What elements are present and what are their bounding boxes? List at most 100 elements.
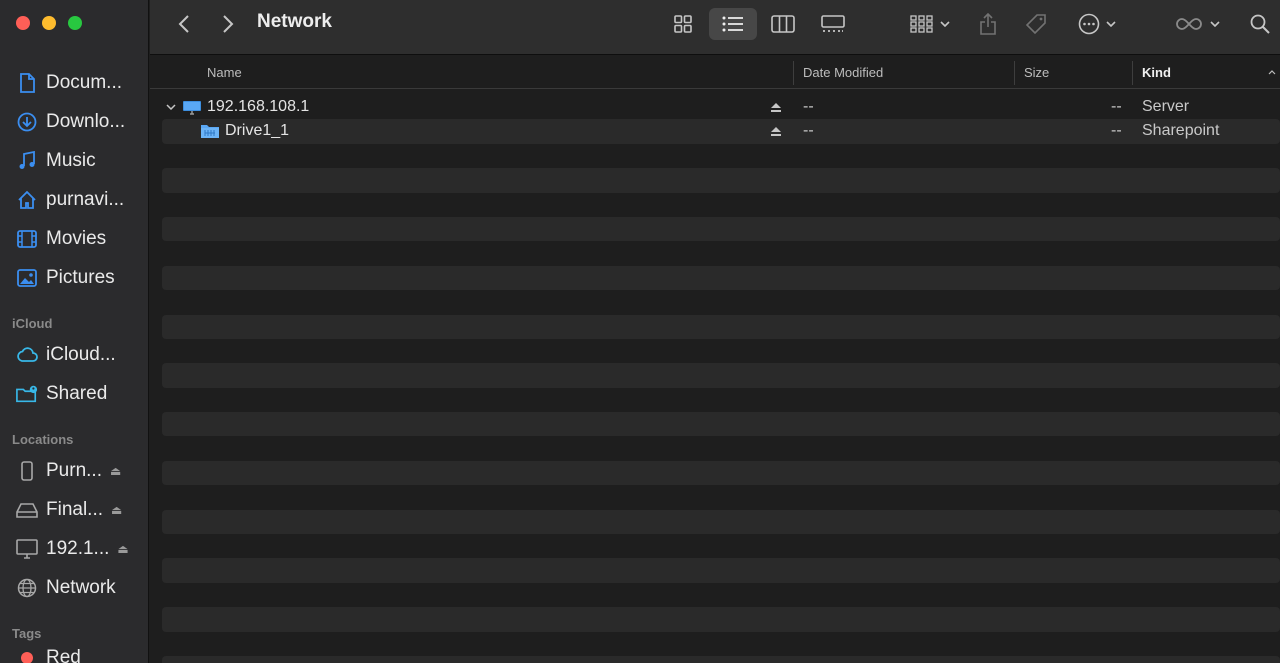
chevron-left-icon bbox=[178, 15, 189, 33]
close-window-button[interactable] bbox=[16, 16, 30, 30]
eject-icon[interactable] bbox=[770, 95, 782, 119]
tag-dot-icon bbox=[16, 647, 38, 663]
sidebar-item-tag-red[interactable]: Red bbox=[0, 645, 149, 663]
empty-row bbox=[162, 632, 1280, 656]
empty-row bbox=[162, 193, 1280, 217]
sidebar-item-label: 192.1... bbox=[46, 537, 110, 559]
zoom-window-button[interactable] bbox=[68, 16, 82, 30]
eject-icon[interactable]: ⏏ bbox=[117, 542, 128, 556]
sidebar-item-label: Pictures bbox=[46, 266, 115, 288]
window-title: Network bbox=[257, 11, 332, 32]
file-size: -- bbox=[1111, 122, 1122, 140]
chevron-down-icon bbox=[940, 21, 950, 27]
globe-icon bbox=[16, 577, 38, 599]
list-rows: 192.168.108.1 -- -- Server Drive1_1 -- -… bbox=[162, 95, 1280, 663]
back-button[interactable] bbox=[172, 8, 196, 40]
sidebar-item-home[interactable]: purnavi... bbox=[0, 180, 149, 219]
sidebar-item-shared[interactable]: Shared bbox=[0, 374, 149, 413]
chevron-down-icon bbox=[1210, 21, 1220, 27]
music-icon bbox=[16, 150, 38, 172]
column-header-name[interactable]: Name bbox=[207, 56, 242, 89]
drive-icon bbox=[16, 499, 38, 521]
sidebar-list: Docum... Downlo... Music purnavi... Movi… bbox=[0, 63, 149, 663]
shared-folder-icon bbox=[200, 119, 220, 143]
sidebar-section-tags: Tags bbox=[12, 626, 42, 641]
list-header: Name Date Modified Size Kind bbox=[150, 56, 1280, 89]
sidebar-item-music[interactable]: Music bbox=[0, 141, 149, 180]
file-kind: Server bbox=[1142, 98, 1190, 115]
column-header-kind[interactable]: Kind bbox=[1142, 56, 1171, 89]
sidebar-item-movies[interactable]: Movies bbox=[0, 219, 149, 258]
empty-row bbox=[162, 241, 1280, 265]
document-icon bbox=[16, 72, 38, 94]
tag-icon bbox=[1025, 14, 1046, 35]
empty-row bbox=[162, 655, 1280, 663]
search-icon bbox=[1250, 14, 1270, 34]
sidebar-item-label: Red bbox=[46, 647, 81, 663]
sidebar-item-label: iCloud... bbox=[46, 343, 116, 365]
eject-icon[interactable]: ⏏ bbox=[110, 464, 121, 478]
table-row[interactable]: Drive1_1 -- -- Sharepoint bbox=[162, 119, 1280, 144]
empty-row bbox=[162, 388, 1280, 412]
sidebar-item-final-drive[interactable]: Final... ⏏ bbox=[0, 490, 149, 529]
minimize-window-button[interactable] bbox=[42, 16, 56, 30]
sidebar-item-label: Docum... bbox=[46, 71, 123, 93]
share-icon bbox=[980, 13, 996, 35]
action-menu-button[interactable] bbox=[1074, 8, 1120, 40]
sidebar-item-label: Movies bbox=[46, 227, 107, 249]
chevron-down-icon bbox=[1106, 21, 1116, 27]
empty-row bbox=[162, 144, 1280, 168]
sidebar-item-network[interactable]: Network bbox=[0, 568, 149, 607]
list-view-button[interactable] bbox=[709, 8, 757, 40]
empty-row bbox=[162, 412, 1280, 437]
sidebar-item-iphone[interactable]: Purn... ⏏ bbox=[0, 451, 149, 490]
empty-row bbox=[162, 534, 1280, 558]
sidebar-item-server[interactable]: 192.1... ⏏ bbox=[0, 529, 149, 568]
empty-row bbox=[162, 290, 1280, 314]
sidebar-item-label: Network bbox=[46, 576, 116, 598]
empty-row bbox=[162, 558, 1280, 583]
empty-row bbox=[162, 509, 1280, 535]
link-icon bbox=[1176, 18, 1202, 30]
date-modified: -- bbox=[803, 98, 814, 115]
empty-row bbox=[162, 607, 1280, 632]
empty-row bbox=[162, 339, 1280, 363]
sidebar-item-label: Downlo... bbox=[46, 110, 126, 132]
sidebar-item-downloads[interactable]: Downlo... bbox=[0, 102, 149, 141]
empty-row bbox=[162, 265, 1280, 291]
empty-row bbox=[162, 216, 1280, 242]
empty-row bbox=[162, 363, 1280, 388]
column-header-size[interactable]: Size bbox=[1024, 56, 1049, 89]
server-icon bbox=[182, 95, 202, 119]
window-controls bbox=[16, 16, 82, 30]
shared-folder-icon bbox=[16, 383, 38, 405]
tag-button[interactable] bbox=[1022, 8, 1050, 40]
table-row[interactable]: 192.168.108.1 -- -- Server bbox=[162, 95, 1280, 119]
group-by-button[interactable] bbox=[906, 8, 954, 40]
share-button[interactable] bbox=[974, 8, 1002, 40]
sidebar-item-icloud-drive[interactable]: iCloud... bbox=[0, 335, 149, 374]
sidebar-item-pictures[interactable]: Pictures bbox=[0, 258, 149, 297]
column-view-button[interactable] bbox=[764, 8, 802, 40]
file-kind: Sharepoint bbox=[1142, 122, 1220, 140]
sidebar: Docum... Downlo... Music purnavi... Movi… bbox=[0, 0, 149, 663]
icon-view-button[interactable] bbox=[664, 8, 702, 40]
eject-icon[interactable]: ⏏ bbox=[111, 503, 122, 517]
eject-icon[interactable] bbox=[770, 119, 782, 143]
gallery-view-button[interactable] bbox=[814, 8, 852, 40]
empty-row bbox=[162, 314, 1280, 339]
file-list: Name Date Modified Size Kind 192.168.108… bbox=[150, 56, 1280, 663]
sidebar-item-label: Shared bbox=[46, 382, 108, 404]
search-button[interactable] bbox=[1246, 8, 1274, 40]
sidebar-item-label: Final... bbox=[46, 498, 104, 520]
sidebar-item-documents[interactable]: Docum... bbox=[0, 63, 149, 102]
connect-menu-button[interactable] bbox=[1172, 8, 1222, 40]
film-icon bbox=[16, 228, 38, 250]
more-icon bbox=[1078, 13, 1100, 35]
forward-button[interactable] bbox=[216, 8, 240, 40]
column-header-date-modified[interactable]: Date Modified bbox=[803, 56, 883, 89]
disclosure-chevron-down-icon[interactable] bbox=[166, 95, 176, 119]
sidebar-item-label: purnavi... bbox=[46, 188, 125, 210]
columns-icon bbox=[771, 15, 795, 33]
chevron-right-icon bbox=[223, 15, 234, 33]
